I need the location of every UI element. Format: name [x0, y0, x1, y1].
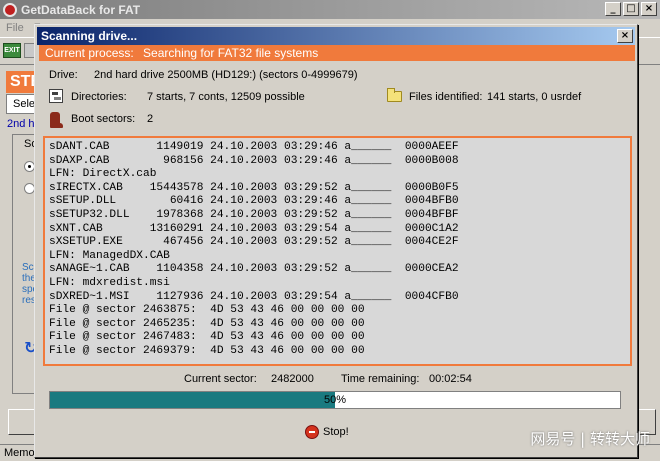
maximize-icon[interactable]: □	[623, 2, 639, 16]
scan-progress-bar: 50%	[49, 391, 621, 409]
scan-log[interactable]: sDANT.CAB 1149019 24.10.2003 03:29:46 a_…	[49, 141, 628, 361]
folder-icon	[387, 88, 402, 102]
boot-icon	[50, 112, 63, 128]
log-line: sDAXP.CAB 968156 24.10.2003 03:29:46 a__…	[49, 154, 459, 167]
directories-icon	[49, 89, 63, 103]
dialog-close-icon[interactable]: ×	[617, 29, 633, 43]
minimize-icon[interactable]: _	[605, 2, 621, 16]
boot-sectors-value: 2	[147, 113, 154, 125]
current-sector-label: Current sector:	[184, 373, 257, 385]
log-line: sANAGE~1.CAB 1104358 24.10.2003 03:29:52…	[49, 263, 459, 276]
current-process-value: Searching for FAT32 file systems	[143, 46, 319, 60]
log-line: sDANT.CAB 1149019 24.10.2003 03:29:46 a_…	[49, 141, 459, 153]
scan-log-frame: sDANT.CAB 1149019 24.10.2003 03:29:46 a_…	[43, 136, 632, 366]
progress-label: 50%	[323, 394, 347, 406]
log-line: LFN: ManagedDX.CAB	[49, 249, 170, 262]
files-identified-label: Files identified:	[409, 91, 483, 103]
main-title-bar: GetDataBack for FAT _ □ ×	[0, 0, 660, 19]
current-sector-value: 2482000	[271, 373, 314, 385]
log-line: sSETUP.DLL 60416 24.10.2003 03:29:46 a__…	[49, 195, 459, 208]
current-process-bar: Current process: Searching for FAT32 fil…	[39, 45, 635, 61]
menu-item-file[interactable]: File	[6, 22, 24, 34]
log-line: File @ sector 2469379: 4D 53 43 46 00 00…	[49, 344, 365, 357]
log-line: sXSETUP.EXE 467456 24.10.2003 03:29:52 a…	[49, 236, 459, 249]
log-line: sDXRED~1.MSI 1127936 24.10.2003 03:29:54…	[49, 290, 459, 303]
stop-icon	[305, 425, 319, 439]
dialog-title: Scanning drive...	[41, 29, 138, 43]
drive-label: Drive:	[49, 69, 78, 81]
boot-sectors-label: Boot sectors:	[71, 113, 136, 125]
exit-button[interactable]: EXIT	[3, 43, 21, 58]
files-identified-value: 141 starts, 0 usrdef	[487, 91, 582, 103]
drive-value: 2nd hard drive 2500MB (HD129:) (sectors …	[94, 69, 358, 81]
dialog-title-bar: Scanning drive... ×	[37, 27, 635, 45]
time-remaining-label: Time remaining:	[341, 373, 420, 385]
log-line: File @ sector 2463875: 4D 53 43 46 00 00…	[49, 304, 365, 317]
main-window-title: GetDataBack for FAT	[21, 2, 141, 17]
log-line: sXNT.CAB 13160291 24.10.2003 03:29:54 a_…	[49, 222, 459, 235]
log-line: LFN: DirectX.cab	[49, 168, 157, 181]
scanning-dialog: Scanning drive... × Current process: Sea…	[34, 24, 638, 458]
directories-value: 7 starts, 7 conts, 12509 possible	[147, 91, 305, 103]
log-line: sSETUP32.DLL 1978368 24.10.2003 03:29:52…	[49, 208, 459, 221]
stop-label: Stop!	[323, 426, 349, 438]
log-line: File @ sector 2467483: 4D 53 43 46 00 00…	[49, 331, 365, 344]
close-icon[interactable]: ×	[641, 2, 657, 16]
current-process-label: Current process:	[45, 46, 134, 60]
app-icon	[3, 2, 17, 17]
directories-label: Directories:	[71, 91, 127, 103]
log-line: File @ sector 2465235: 4D 53 43 46 00 00…	[49, 317, 365, 330]
stop-button[interactable]: Stop!	[305, 423, 357, 441]
time-remaining-value: 00:02:54	[429, 373, 472, 385]
log-line: LFN: mdxredist.msi	[49, 276, 170, 289]
log-line: sIRECTX.CAB 15443578 24.10.2003 03:29:52…	[49, 181, 459, 194]
watermark: 网易号 | 转转大师	[530, 430, 650, 448]
